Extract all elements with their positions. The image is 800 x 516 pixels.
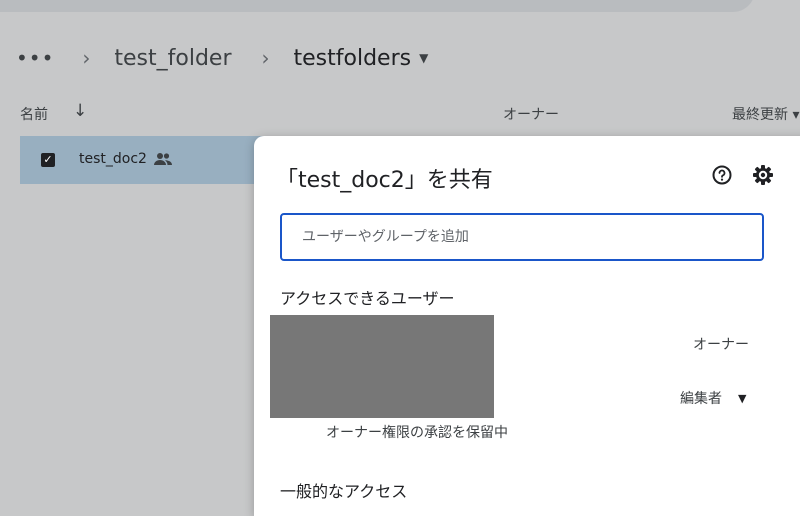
- help-icon[interactable]: [712, 165, 732, 189]
- breadcrumb: ••• › test_folder › testfolders ▼: [16, 40, 428, 76]
- chevron-right-icon: ›: [261, 46, 270, 70]
- add-people-input[interactable]: [280, 213, 764, 261]
- breadcrumb-item-test-folder[interactable]: test_folder: [114, 46, 231, 71]
- dialog-title: 「test_doc2」を共有: [276, 168, 493, 193]
- row-checkbox[interactable]: ✓: [41, 153, 55, 167]
- owner-role-label: オーナー: [693, 337, 749, 353]
- editor-role-dropdown[interactable]: 編集者 ▼: [680, 388, 746, 408]
- share-dialog: 「test_doc2」を共有 アクセスできるユーザー: [254, 136, 800, 516]
- file-name[interactable]: test_doc2: [79, 151, 147, 167]
- column-header-modified[interactable]: 最終更新 ▾: [732, 104, 799, 124]
- search-bar-background: [0, 0, 755, 12]
- pending-ownership-note: オーナー権限の承認を保留中: [326, 425, 508, 441]
- column-header-modified-label: 最終更新: [732, 107, 788, 123]
- breadcrumb-more-button[interactable]: •••: [16, 48, 54, 68]
- file-list-header: 名前 ↓ オーナー 最終更新 ▾: [0, 100, 800, 128]
- gear-icon[interactable]: [752, 164, 774, 190]
- general-access-title: 一般的なアクセス: [280, 482, 408, 501]
- editor-role-label: 編集者: [680, 391, 722, 407]
- sort-arrow-icon[interactable]: ↓: [73, 101, 87, 121]
- people-with-access-title: アクセスできるユーザー: [280, 289, 455, 308]
- redacted-user-entry: [270, 315, 494, 418]
- chevron-right-icon: ›: [82, 46, 91, 70]
- caret-down-icon: ▼: [738, 391, 747, 405]
- shared-people-icon: [154, 151, 172, 170]
- column-header-name[interactable]: 名前: [20, 104, 48, 124]
- breadcrumb-item-current[interactable]: testfolders: [294, 46, 412, 71]
- caret-down-icon[interactable]: ▼: [419, 51, 428, 65]
- column-header-owner: オーナー: [503, 107, 559, 123]
